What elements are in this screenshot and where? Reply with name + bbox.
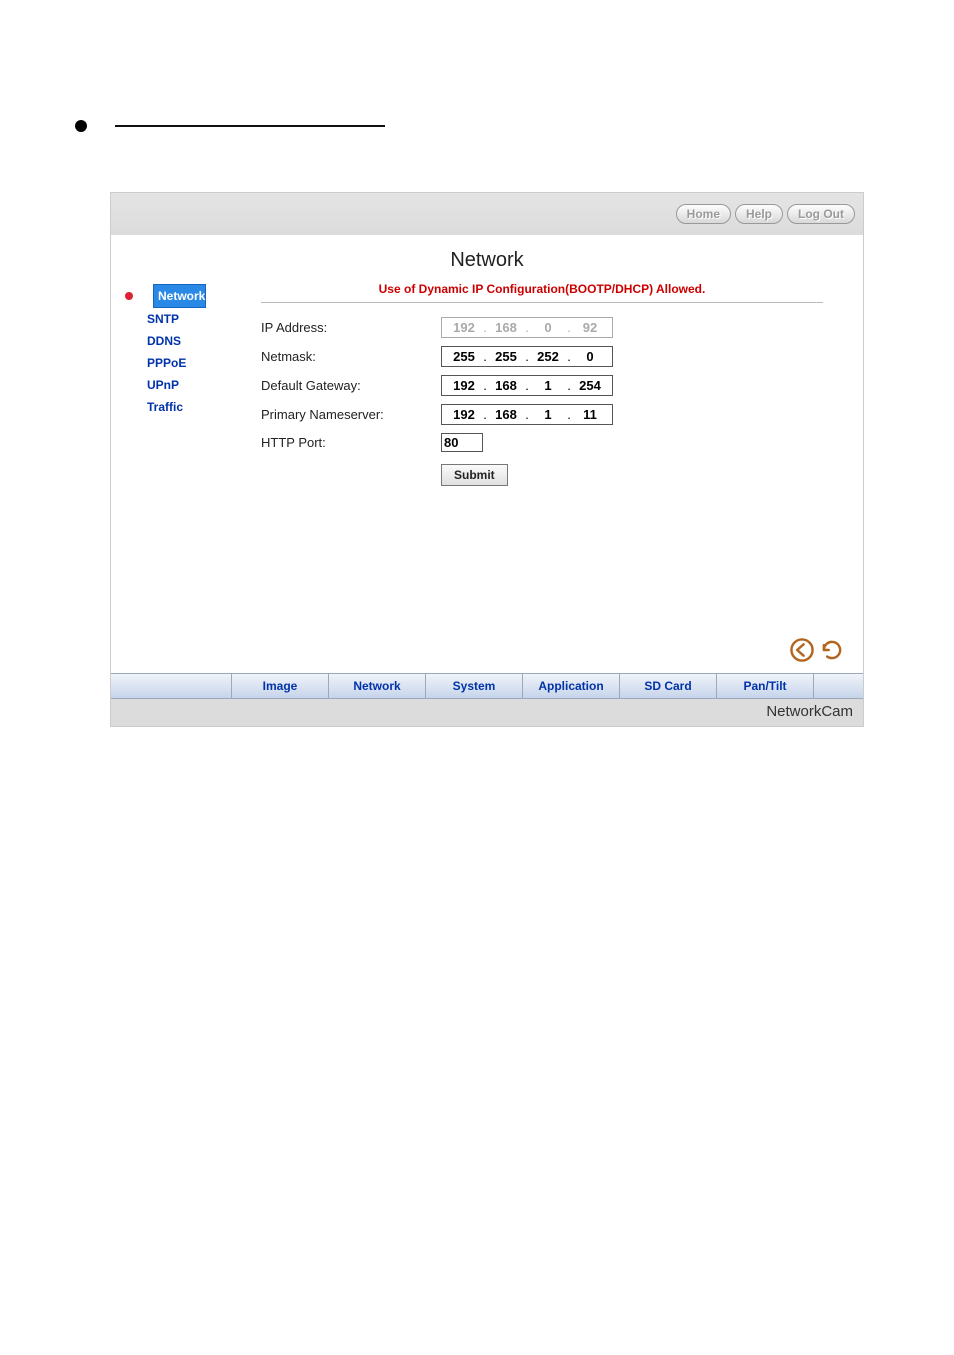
gateway-octet-1[interactable] [446,377,482,394]
gateway-octet-4[interactable] [572,377,608,394]
row-nameserver: Primary Nameserver: . . . [261,404,823,425]
help-button[interactable]: Help [735,204,783,224]
gateway-octet-2[interactable] [488,377,524,394]
label-netmask: Netmask: [261,349,441,364]
top-bar: Home Help Log Out [111,193,863,235]
back-icon[interactable] [789,637,815,663]
tab-image[interactable]: Image [231,674,329,698]
status-message: Use of Dynamic IP Configuration(BOOTP/DH… [261,280,823,296]
tab-application[interactable]: Application [523,674,620,698]
brand-label: NetworkCam [111,699,863,726]
refresh-icon[interactable] [819,637,845,663]
tab-sd-card[interactable]: SD Card [620,674,717,698]
netmask-octet-2[interactable] [488,348,524,365]
logout-button[interactable]: Log Out [787,204,855,224]
label-gateway: Default Gateway: [261,378,441,393]
sidebar-item-sntp[interactable]: SNTP [143,308,261,330]
gateway-octet-3[interactable] [530,377,566,394]
sidebar-item-network[interactable]: Network [153,284,206,308]
netmask-octet-3[interactable] [530,348,566,365]
tab-pan-tilt[interactable]: Pan/Tilt [717,674,814,698]
active-indicator-icon [125,292,133,300]
http-port-input[interactable] [441,433,483,452]
home-button[interactable]: Home [676,204,731,224]
nameserver-octet-4[interactable] [572,406,608,423]
nameserver-octet-3[interactable] [530,406,566,423]
tab-system[interactable]: System [426,674,523,698]
sidebar-item-label: Network [158,289,205,303]
netmask-octet-4[interactable] [572,348,608,365]
row-netmask: Netmask: . . . [261,346,823,367]
sidebar-item-label: PPPoE [147,356,186,370]
submit-button[interactable]: Submit [441,464,508,486]
sidebar: Network SNTP DDNS PPPoE UPnP [111,280,261,486]
sidebar-item-label: DDNS [147,334,181,348]
heading-underline [115,125,385,127]
bullet-icon [75,120,87,132]
ip-octet-4[interactable] [572,319,608,336]
sidebar-item-ddns[interactable]: DDNS [143,330,261,352]
app-window: Home Help Log Out Network Network SNTP [110,192,864,727]
sidebar-item-upnp[interactable]: UPnP [143,374,261,396]
ip-octet-1[interactable] [446,319,482,336]
netmask-octet-1[interactable] [446,348,482,365]
sidebar-item-label: Traffic [147,400,183,414]
tab-network[interactable]: Network [329,674,426,698]
nameserver-octet-1[interactable] [446,406,482,423]
ip-address-input[interactable]: . . . [441,317,613,338]
page-title: Network [111,249,863,272]
form-area: Use of Dynamic IP Configuration(BOOTP/DH… [261,280,863,486]
nameserver-octet-2[interactable] [488,406,524,423]
nameserver-input[interactable]: . . . [441,404,613,425]
ip-octet-3[interactable] [530,319,566,336]
ip-octet-2[interactable] [488,319,524,336]
label-ip-address: IP Address: [261,320,441,335]
section-heading-placeholder [75,120,954,132]
bottom-tabs: Image Network System Application SD Card… [111,673,863,699]
row-ip-address: IP Address: . . . [261,317,823,338]
sidebar-item-pppoe[interactable]: PPPoE [143,352,261,374]
label-nameserver: Primary Nameserver: [261,407,441,422]
sidebar-item-traffic[interactable]: Traffic [143,396,261,418]
row-http-port: HTTP Port: [261,433,823,452]
nav-icons [789,637,845,663]
sidebar-item-label: UPnP [147,378,179,392]
label-http-port: HTTP Port: [261,435,441,450]
sidebar-item-label: SNTP [147,312,179,326]
netmask-input[interactable]: . . . [441,346,613,367]
content-area: Network Network SNTP DDNS [111,235,863,673]
row-gateway: Default Gateway: . . . [261,375,823,396]
divider [261,302,823,303]
gateway-input[interactable]: . . . [441,375,613,396]
